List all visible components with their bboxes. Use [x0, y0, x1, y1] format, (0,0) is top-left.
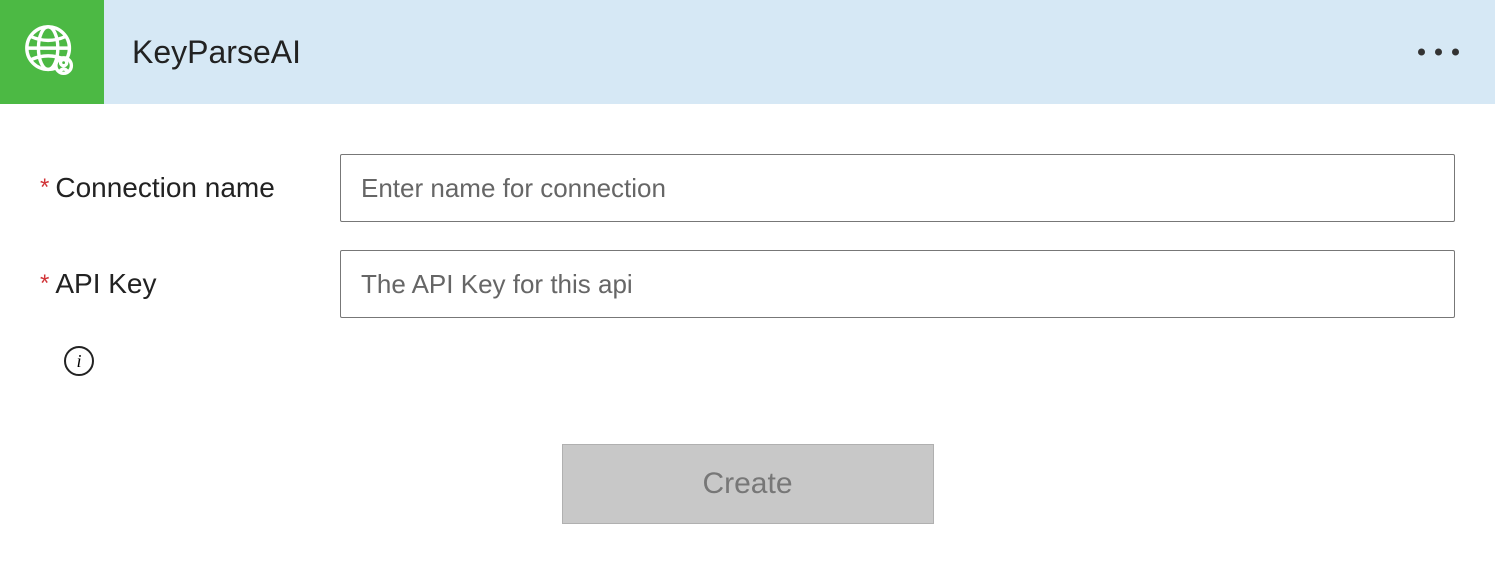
field-label-text: API Key [55, 268, 156, 300]
create-button[interactable]: Create [562, 444, 934, 524]
ellipsis-dot-icon [1418, 49, 1425, 56]
ellipsis-dot-icon [1435, 49, 1442, 56]
field-label-text: Connection name [55, 172, 274, 204]
info-row: i [40, 346, 1455, 376]
connection-form: * Connection name * API Key i Create [0, 104, 1495, 524]
connector-title: KeyParseAI [132, 34, 301, 71]
field-row-connection-name: * Connection name [40, 154, 1455, 222]
required-asterisk-icon: * [40, 270, 49, 298]
label-connection-name: * Connection name [40, 172, 340, 204]
connection-name-input[interactable] [340, 154, 1455, 222]
button-row: Create [40, 444, 1455, 524]
required-asterisk-icon: * [40, 174, 49, 202]
header-bar: KeyParseAI [0, 0, 1495, 104]
info-icon[interactable]: i [64, 346, 94, 376]
connector-icon-box [0, 0, 104, 104]
more-options-button[interactable] [1410, 41, 1467, 64]
label-api-key: * API Key [40, 268, 340, 300]
globe-search-icon [21, 21, 83, 83]
api-key-input[interactable] [340, 250, 1455, 318]
ellipsis-dot-icon [1452, 49, 1459, 56]
field-row-api-key: * API Key [40, 250, 1455, 318]
